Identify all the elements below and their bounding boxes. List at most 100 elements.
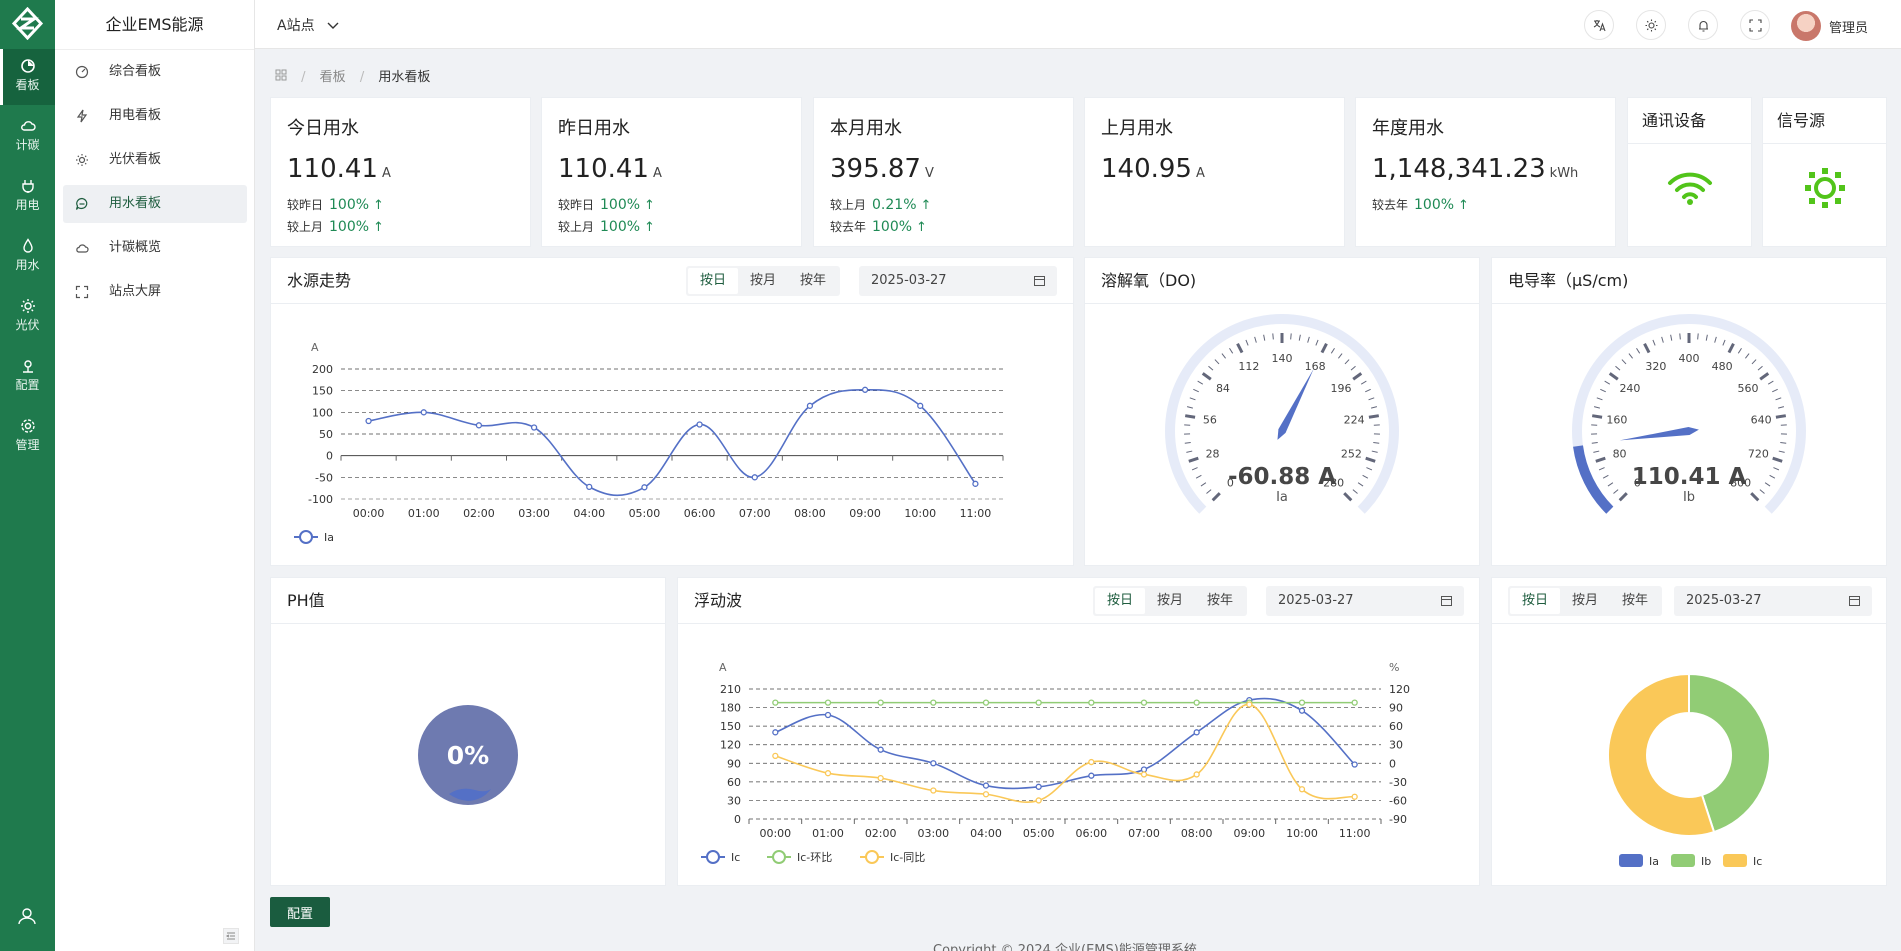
- gauge-tick: [1618, 492, 1628, 502]
- rail-item-label: 光伏: [15, 318, 40, 332]
- rail-item-electric[interactable]: 用电: [0, 169, 55, 225]
- gauge-tick: [1759, 372, 1770, 381]
- date-picker[interactable]: 2025-03-27: [1674, 586, 1872, 616]
- user-name[interactable]: 管理员: [1829, 17, 1868, 36]
- date-picker-value: 2025-03-27: [871, 273, 947, 288]
- gauge-tick: [1191, 467, 1198, 471]
- tab-day[interactable]: 按日: [688, 268, 739, 294]
- date-picker-value: 2025-03-27: [1278, 593, 1354, 608]
- data-point: [806, 402, 814, 409]
- stat-value: 395.87 V: [830, 154, 934, 184]
- date-picker[interactable]: 2025-03-27: [859, 266, 1057, 296]
- fullscreen-button[interactable]: [1740, 10, 1770, 40]
- x-tick-label: 05:00: [1023, 827, 1055, 840]
- translate-icon: [1593, 20, 1606, 32]
- gauge-tick: [1759, 489, 1765, 494]
- y-tick-label: -100: [308, 493, 333, 506]
- tab-day[interactable]: 按日: [1510, 588, 1561, 614]
- gauge-tick: [1337, 353, 1343, 359]
- legend-swatch: [1619, 854, 1643, 867]
- rail-item-config[interactable]: 配置: [0, 349, 55, 405]
- tab-day[interactable]: 按日: [1095, 588, 1146, 614]
- arrow-up-icon: ↑: [1458, 198, 1469, 213]
- stat-label: 今日用水: [287, 118, 359, 139]
- gauge-needle: [1277, 368, 1314, 440]
- menu-item-overview[interactable]: 综合看板: [63, 53, 247, 91]
- rail-item-carbon[interactable]: 计碳: [0, 109, 55, 165]
- legend-label: Ic: [731, 851, 740, 864]
- tab-year[interactable]: 按年: [1195, 588, 1245, 614]
- gauge-tick: [1193, 388, 1199, 393]
- legend-label: Ia: [1649, 855, 1659, 868]
- period-toggle: 按日 按月 按年: [686, 266, 841, 296]
- tab-month[interactable]: 按月: [738, 268, 788, 294]
- device-card-signal[interactable]: 信号源: [1762, 97, 1887, 247]
- rail-item-manage[interactable]: 管理: [0, 409, 55, 465]
- theme-button[interactable]: [1636, 10, 1666, 40]
- rail-item-label: 管理: [15, 438, 40, 452]
- calendar-icon: [1441, 596, 1452, 606]
- collapse-menu-icon[interactable]: [223, 928, 239, 944]
- gauge-tick-label: 112: [1238, 360, 1259, 373]
- y-tick-label: 50: [319, 428, 333, 441]
- tab-year[interactable]: 按年: [788, 268, 838, 294]
- panel-water-source: 水源走势 按日 按月 按年 2025-03-27 A 200 150 100 50 0 -5…: [270, 257, 1074, 566]
- tab-month[interactable]: 按月: [1560, 588, 1610, 614]
- menu-item-label: 用电看板: [109, 108, 162, 123]
- stat-label: 本月用水: [830, 118, 902, 139]
- x-tick-label: 06:00: [684, 507, 716, 520]
- menu-item-solar[interactable]: 光伏看板: [63, 141, 247, 179]
- data-point: [1193, 771, 1200, 778]
- legend-item: Ic-环比: [767, 850, 832, 864]
- menu-item-electric[interactable]: 用电看板: [63, 97, 247, 135]
- config-button[interactable]: 配置: [270, 897, 330, 927]
- user-icon[interactable]: [17, 906, 37, 926]
- menu-item-carbon[interactable]: 计碳概览: [63, 229, 247, 267]
- menu-item-label: 站点大屏: [109, 284, 162, 299]
- gauge-tick: [1366, 467, 1373, 471]
- legend-item: Ia: [294, 530, 334, 544]
- fullscreen-icon: [75, 285, 89, 299]
- gauge-tick: [1602, 474, 1609, 479]
- gauge-tick: [1714, 336, 1717, 343]
- menu-item-label: 用水看板: [109, 196, 162, 211]
- x-tick-label: 10:00: [904, 507, 936, 520]
- gauge-tick-label: 28: [1206, 448, 1220, 461]
- stat-compare: 较上月 100% ↑: [558, 219, 655, 235]
- avatar[interactable]: [1791, 11, 1821, 41]
- legend-marker: [865, 850, 879, 864]
- data-point: [1351, 793, 1358, 800]
- tab-year[interactable]: 按年: [1610, 588, 1660, 614]
- rail-item-solar[interactable]: 光伏: [0, 289, 55, 345]
- gauge-tick-label: 160: [1606, 414, 1627, 427]
- grid-icon[interactable]: [275, 69, 287, 85]
- data-point: [877, 746, 884, 753]
- rail-item-dashboard[interactable]: 看板: [0, 49, 55, 105]
- panel-title: PH值: [271, 578, 665, 624]
- menu-item-bigscreen[interactable]: 站点大屏: [63, 273, 247, 311]
- arrow-up-icon: ↑: [644, 198, 655, 213]
- gauge-tick: [1307, 336, 1310, 343]
- tab-month[interactable]: 按月: [1145, 588, 1195, 614]
- notification-button[interactable]: [1688, 10, 1718, 40]
- site-selector[interactable]: A站点: [277, 15, 339, 35]
- menu-item-water[interactable]: 用水看板: [63, 185, 247, 223]
- rail-item-water[interactable]: 用水: [0, 229, 55, 285]
- gauge-tick: [1764, 482, 1771, 487]
- data-point: [365, 417, 372, 425]
- data-point: [1246, 701, 1253, 708]
- gauge-tick: [1211, 492, 1221, 502]
- date-picker[interactable]: 2025-03-27: [1266, 586, 1464, 616]
- gauge-tick: [1593, 450, 1600, 453]
- data-point: [772, 729, 779, 736]
- breadcrumb-parent[interactable]: 看板: [320, 70, 346, 85]
- device-card-comm[interactable]: 通讯设备: [1627, 97, 1752, 247]
- x-tick-label: 03:00: [917, 827, 949, 840]
- bell-icon: [1699, 20, 1708, 32]
- x-tick-label: 00:00: [759, 827, 791, 840]
- copyright: Copyright © 2024 企业(EMS)能源管理系统: [933, 943, 1197, 951]
- language-button[interactable]: [1584, 10, 1614, 40]
- gauge-tick-label: 400: [1679, 352, 1700, 365]
- data-point: [1298, 699, 1306, 706]
- gauge-tick: [1777, 406, 1785, 409]
